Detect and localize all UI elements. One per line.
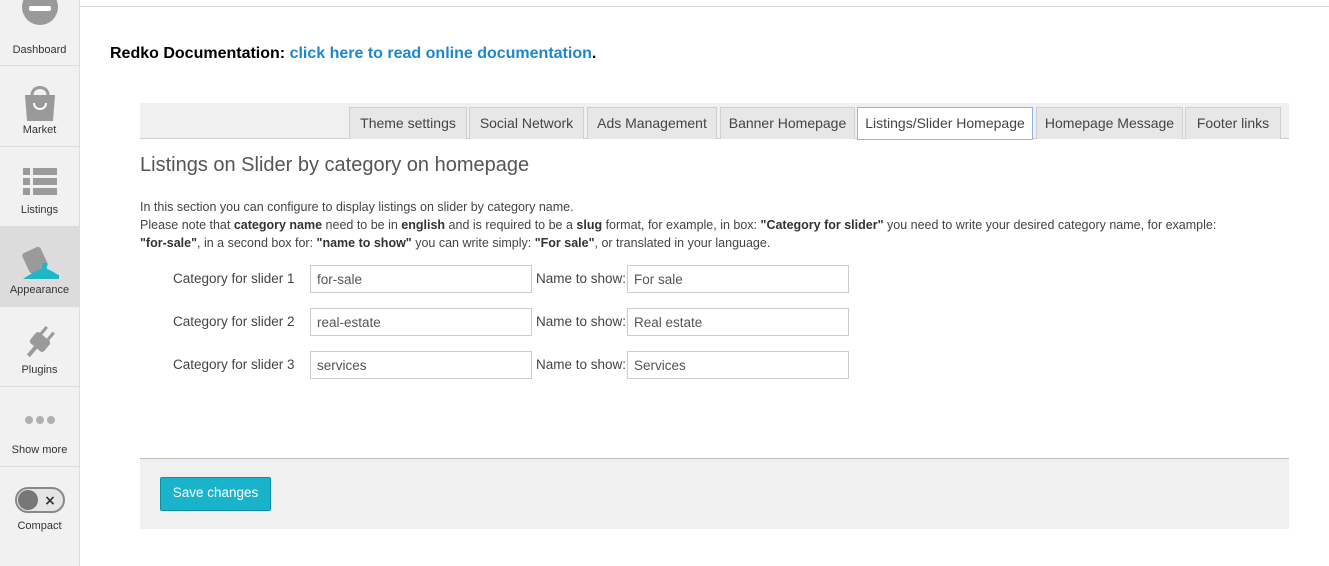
tab-social-network[interactable]: Social Network <box>469 107 584 139</box>
description-line-2: Please note that category name need to b… <box>140 218 1217 250</box>
svg-text:×: × <box>44 493 56 509</box>
paint-bucket-icon <box>22 246 59 279</box>
category-input-3[interactable] <box>310 351 532 379</box>
market-bag-icon <box>25 86 55 121</box>
tab-listings-slider-homepage[interactable]: Listings/Slider Homepage <box>857 107 1033 140</box>
plug-icon <box>26 325 55 358</box>
category-label-2: Category for slider 2 <box>173 314 295 329</box>
sidebar-item-show-more[interactable]: Show more <box>0 387 79 467</box>
list-icon <box>23 168 57 195</box>
category-input-1[interactable] <box>310 265 532 293</box>
sidebar-item-listings[interactable]: Listings <box>0 147 79 227</box>
tab-homepage-message[interactable]: Homepage Message <box>1036 107 1183 139</box>
toggle-icon: × <box>15 487 65 513</box>
sidebar-item-label: Plugins <box>21 364 58 376</box>
sidebar-item-market[interactable]: Market <box>0 67 79 147</box>
sidebar-item-label: Appearance <box>9 284 70 296</box>
sidebar-item-label: Market <box>22 124 57 136</box>
name-input-2[interactable] <box>627 308 849 336</box>
sidebar-item-label: Compact <box>17 520 62 532</box>
tab-ads-management[interactable]: Ads Management <box>587 107 717 139</box>
description-line-1: In this section you can configure to dis… <box>140 200 574 214</box>
save-changes-button[interactable]: Save changes <box>160 477 271 511</box>
sidebar-item-label: Show more <box>11 444 68 456</box>
form-footer-panel <box>140 458 1289 529</box>
tab-theme-settings[interactable]: Theme settings <box>349 107 467 139</box>
sidebar-item-plugins[interactable]: Plugins <box>0 307 79 387</box>
sidebar-item-compact[interactable]: × Compact <box>0 467 79 547</box>
name-label-3: Name to show: <box>536 357 627 372</box>
category-input-2[interactable] <box>310 308 532 336</box>
name-input-3[interactable] <box>627 351 849 379</box>
tab-footer-links[interactable]: Footer links <box>1185 107 1281 139</box>
section-description: In this section you can configure to dis… <box>140 198 1290 252</box>
dashboard-icon <box>22 0 58 25</box>
doc-prefix: Redko Documentation: <box>110 45 286 62</box>
category-label-3: Category for slider 3 <box>173 357 295 372</box>
settings-tab-bar: Theme settings Social Network Ads Manage… <box>140 103 1289 140</box>
documentation-link[interactable]: click here to read online documentation <box>290 45 592 62</box>
category-label-1: Category for slider 1 <box>173 271 295 286</box>
name-label-2: Name to show: <box>536 314 627 329</box>
top-divider <box>80 6 1329 7</box>
sidebar-item-label: Listings <box>20 204 59 216</box>
tab-banner-homepage[interactable]: Banner Homepage <box>720 107 855 139</box>
documentation-line: Redko Documentation: click here to read … <box>110 45 596 63</box>
name-input-1[interactable] <box>627 265 849 293</box>
name-label-1: Name to show: <box>536 271 627 286</box>
sidebar-item-label: Dashboard <box>12 44 67 56</box>
sidebar-item-appearance[interactable]: Appearance <box>0 227 79 307</box>
doc-suffix: . <box>591 45 597 62</box>
sidebar-item-dashboard[interactable]: Dashboard <box>0 0 79 66</box>
admin-sidebar: Dashboard Market Listings Appearance Plu… <box>0 0 80 566</box>
more-dots-icon <box>25 416 55 424</box>
section-title: Listings on Slider by category on homepa… <box>140 154 530 176</box>
